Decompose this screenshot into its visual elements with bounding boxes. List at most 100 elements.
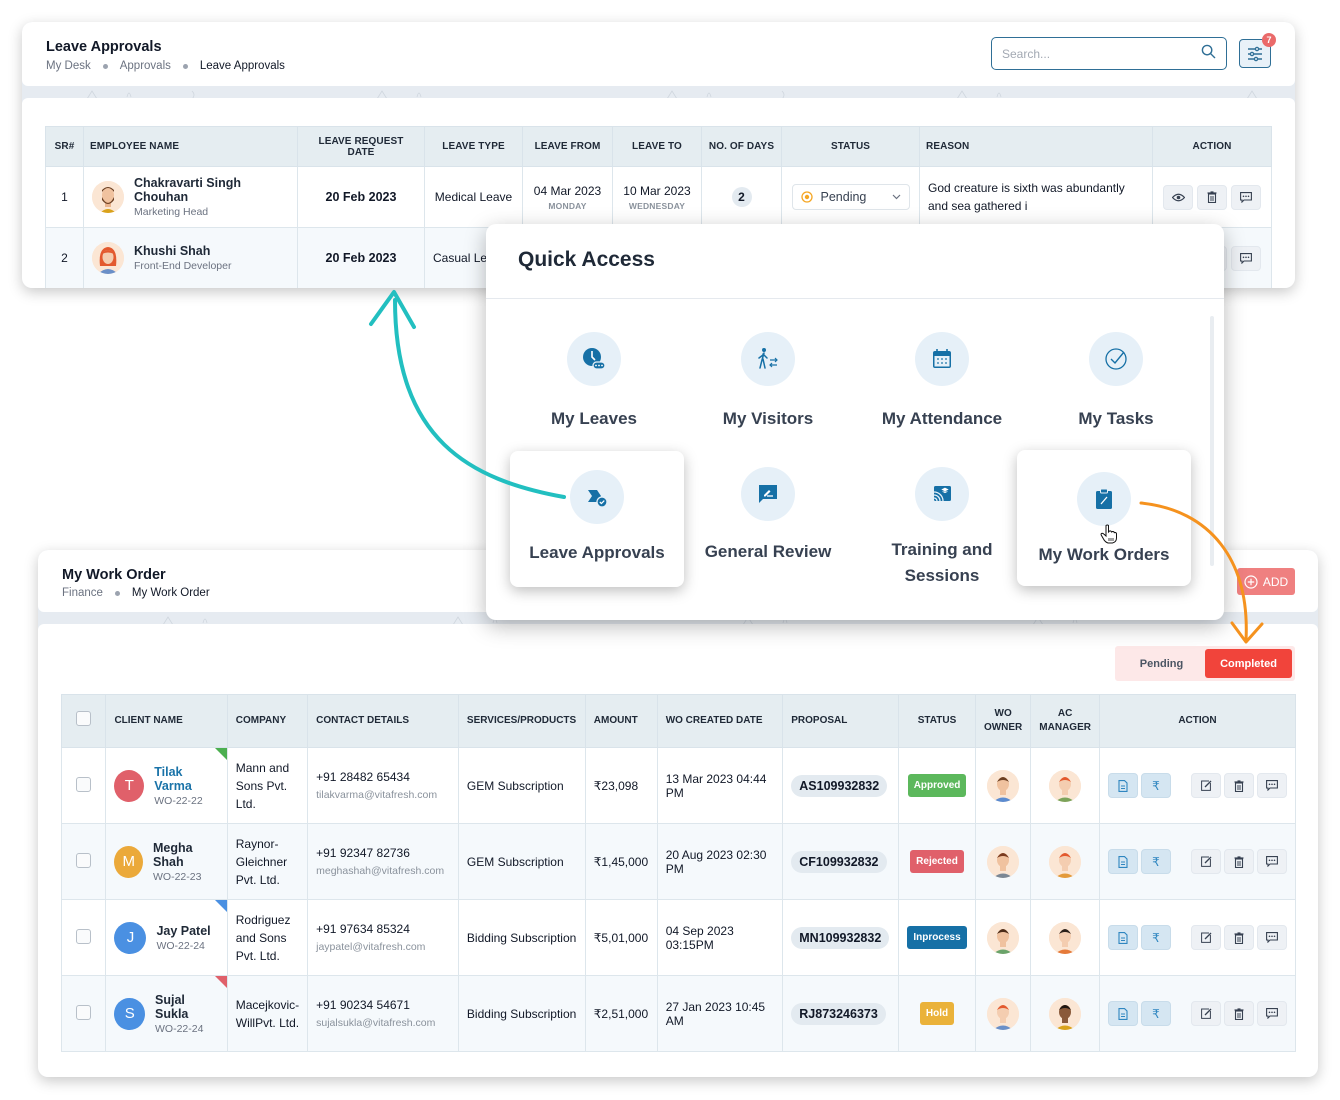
table-row[interactable]: 1 Chakravarti Singh Chouhan Marketing He… bbox=[45, 166, 1272, 228]
breadcrumb-approvals[interactable]: Approvals bbox=[120, 60, 171, 72]
proposal-id[interactable]: MN109932832 bbox=[791, 926, 890, 949]
email-address: jaypatel@vitafresh.com bbox=[316, 941, 426, 953]
breadcrumb-my-desk[interactable]: My Desk bbox=[46, 60, 91, 72]
status-cell: Pending bbox=[781, 166, 920, 228]
row-checkbox[interactable] bbox=[76, 852, 92, 868]
ac-manager-cell bbox=[1030, 975, 1100, 1052]
comment-button[interactable] bbox=[1231, 184, 1261, 210]
edit-button[interactable] bbox=[1191, 925, 1221, 950]
plus-circle-icon bbox=[1244, 574, 1258, 589]
payment-button[interactable]: ₹ bbox=[1141, 925, 1171, 950]
quick-access-general-review[interactable]: General Review bbox=[681, 467, 855, 565]
wo-owner-avatar bbox=[987, 845, 1020, 878]
quick-access-my-tasks[interactable]: My Tasks bbox=[1029, 332, 1203, 432]
clock-leave-icon bbox=[567, 332, 621, 386]
client-name[interactable]: Sujal Sukla bbox=[155, 993, 219, 1021]
quick-access-leave-approvals[interactable]: Leave Approvals bbox=[510, 451, 684, 587]
trash-icon bbox=[1234, 855, 1244, 868]
visitor-icon bbox=[741, 332, 795, 386]
wo-owner-cell bbox=[974, 747, 1032, 824]
quick-access-my-attendance[interactable]: My Attendance bbox=[855, 332, 1029, 432]
invoice-button[interactable] bbox=[1108, 1001, 1138, 1026]
employee-cell: Khushi Shah Front-End Developer bbox=[83, 227, 298, 288]
leave-from-date: 04 Mar 2023 bbox=[533, 183, 602, 198]
breadcrumb-finance[interactable]: Finance bbox=[62, 587, 103, 599]
comment-button[interactable] bbox=[1257, 773, 1287, 798]
row-checkbox[interactable] bbox=[76, 928, 92, 944]
col-ac-manager: AC MANAGER bbox=[1030, 694, 1100, 748]
action-cell: ₹ bbox=[1099, 899, 1296, 976]
comment-button[interactable] bbox=[1257, 849, 1287, 874]
chat-icon bbox=[1240, 191, 1252, 203]
table-row[interactable]: S Sujal Sukla WO-22-24 Macejkovic-WillPvt. … bbox=[60, 975, 1296, 1052]
view-button[interactable] bbox=[1163, 184, 1193, 210]
client-name[interactable]: Jay Patel bbox=[156, 924, 210, 938]
col-action: ACTION bbox=[1099, 694, 1296, 748]
trash-icon bbox=[1234, 1007, 1244, 1020]
status-dropdown[interactable]: Pending bbox=[791, 184, 910, 210]
search-input[interactable] bbox=[1002, 46, 1201, 61]
quick-access-training-sessions[interactable]: Training and Sessions bbox=[855, 467, 1029, 589]
row-checkbox[interactable] bbox=[76, 776, 92, 792]
add-button[interactable]: ADD bbox=[1237, 568, 1295, 595]
payment-button[interactable]: ₹ bbox=[1141, 849, 1171, 874]
amount-cell: ₹2,51,000 bbox=[584, 975, 658, 1052]
col-proposal: PROPOSAL bbox=[782, 694, 900, 748]
toggle-completed[interactable]: Completed bbox=[1205, 649, 1292, 678]
invoice-button[interactable] bbox=[1108, 773, 1138, 798]
select-all-checkbox[interactable] bbox=[76, 711, 92, 726]
comment-button[interactable] bbox=[1257, 925, 1287, 950]
employee-role: Marketing Head bbox=[134, 206, 209, 218]
col-leave-request-date: LEAVE REQUEST DATE bbox=[297, 126, 425, 167]
comment-button[interactable] bbox=[1257, 1001, 1287, 1026]
scrollbar[interactable] bbox=[1210, 316, 1214, 566]
company-cell: Mann and Sons Pvt. Ltd. bbox=[226, 747, 309, 824]
quick-access-my-work-orders[interactable]: My Work Orders bbox=[1017, 450, 1191, 586]
proposal-id[interactable]: CF109932832 bbox=[791, 850, 887, 873]
invoice-button[interactable] bbox=[1108, 925, 1138, 950]
delete-button[interactable] bbox=[1224, 925, 1254, 950]
edit-button[interactable] bbox=[1191, 1001, 1221, 1026]
breadcrumb: My Desk Approvals Leave Approvals bbox=[46, 60, 285, 72]
row-checkbox[interactable] bbox=[76, 1004, 92, 1020]
invoice-button[interactable] bbox=[1108, 849, 1138, 874]
delete-button[interactable] bbox=[1224, 1001, 1254, 1026]
search-icon[interactable] bbox=[1201, 44, 1216, 64]
proposal-id[interactable]: AS109932832 bbox=[791, 774, 888, 797]
chat-icon bbox=[1240, 252, 1252, 264]
col-contact-details: CONTACT DETAILS bbox=[307, 694, 459, 748]
table-row[interactable]: T Tilak Varma WO-22-22 Mann and Sons Pvt. L… bbox=[60, 747, 1296, 824]
contact-cell: +91 28482 65434 tilakvarma@vitafresh.com bbox=[307, 747, 459, 824]
chat-icon bbox=[1266, 856, 1278, 867]
proposal-id[interactable]: RJ873246373 bbox=[791, 1002, 886, 1025]
client-name[interactable]: Tilak Varma bbox=[154, 765, 219, 793]
ac-manager-avatar bbox=[1049, 769, 1082, 802]
employee-avatar bbox=[92, 181, 124, 213]
col-action: ACTION bbox=[1152, 126, 1272, 167]
employee-role: Front-End Developer bbox=[134, 260, 232, 272]
toggle-pending[interactable]: Pending bbox=[1118, 649, 1205, 678]
document-icon bbox=[1118, 931, 1128, 944]
client-name[interactable]: Megha Shah bbox=[153, 841, 219, 869]
rupee-icon: ₹ bbox=[1152, 778, 1160, 793]
sliders-icon bbox=[1248, 46, 1262, 61]
delete-button[interactable] bbox=[1197, 184, 1227, 210]
edit-icon bbox=[1200, 932, 1211, 943]
table-row[interactable]: M Megha Shah WO-22-23 Raynor-Gleichner Pvt.… bbox=[60, 823, 1296, 900]
quick-access-my-leaves[interactable]: My Leaves bbox=[507, 332, 681, 432]
edit-button[interactable] bbox=[1191, 773, 1221, 798]
payment-button[interactable]: ₹ bbox=[1141, 773, 1171, 798]
select-cell bbox=[60, 747, 107, 824]
quick-access-my-visitors[interactable]: My Visitors bbox=[681, 332, 855, 432]
payment-button[interactable]: ₹ bbox=[1141, 1001, 1171, 1026]
edit-icon bbox=[1200, 1008, 1211, 1019]
col-select bbox=[60, 694, 107, 748]
status-toggle: Pending Completed bbox=[1115, 646, 1295, 681]
contact-cell: +91 90234 54671 sujalsukla@vitafresh.com bbox=[307, 975, 459, 1052]
edit-button[interactable] bbox=[1191, 849, 1221, 874]
delete-button[interactable] bbox=[1224, 773, 1254, 798]
delete-button[interactable] bbox=[1224, 849, 1254, 874]
comment-button[interactable] bbox=[1231, 245, 1261, 271]
table-row[interactable]: J Jay Patel WO-22-24 Rodriguez and Sons Pvt… bbox=[60, 899, 1296, 976]
status-badge: Hold bbox=[919, 1002, 955, 1025]
